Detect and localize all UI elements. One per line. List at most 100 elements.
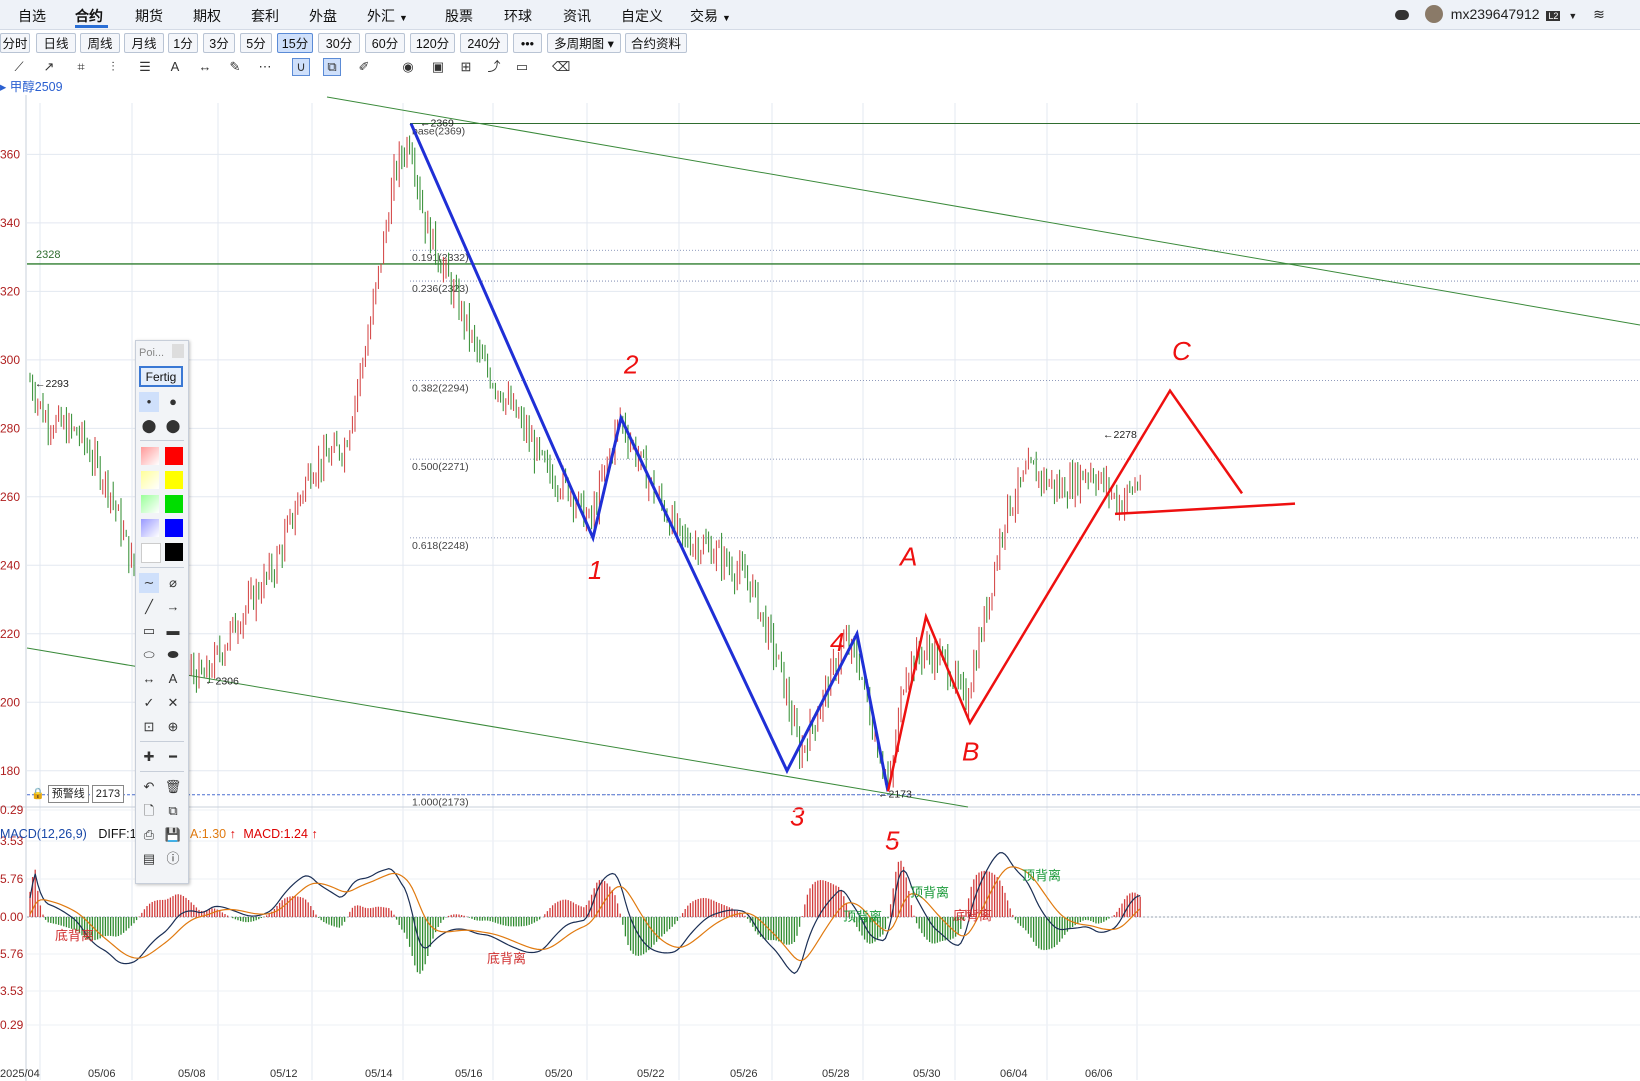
color-swatch-7[interactable] [165,519,183,537]
dot-size-small-icon[interactable]: • [139,392,159,412]
line-icon[interactable]: ╱ [139,597,159,617]
arrow-icon[interactable]: → [163,597,183,617]
date-label: 05/30 [913,1068,941,1080]
period-button-8[interactable]: 30分 [318,33,360,53]
dot-size-xlarge-icon[interactable]: ⬤ [163,416,183,436]
glasses-icon[interactable] [1395,10,1409,20]
ellipse-icon[interactable]: ⬭ [139,645,159,665]
menu-item-1[interactable]: 合约 [75,6,103,26]
period-button-5[interactable]: 3分 [203,33,235,53]
trash-icon[interactable]: 🗑 [163,777,183,797]
ellipse-filled-icon[interactable]: ⬬ [163,645,183,665]
menu-item-4[interactable]: 套利 [251,6,279,26]
dot-size-large-icon[interactable]: ⬤ [139,416,159,436]
alert-label[interactable]: 预警线 [47,785,89,803]
brush-icon[interactable]: ✎ [226,58,244,76]
color-swatch-9[interactable] [165,543,183,561]
period-button-11[interactable]: 240分 [460,33,508,53]
symbol-name[interactable]: 甲醇2509 [10,80,63,94]
period-button-6[interactable]: 5分 [240,33,272,53]
check-icon[interactable]: ✓ [139,693,159,713]
menu-item-6[interactable]: 外汇 ▼ [367,6,408,26]
print-icon[interactable]: ⎙ [139,825,159,845]
color-swatch-2[interactable] [141,471,159,489]
period-button-9[interactable]: 60分 [365,33,405,53]
avatar[interactable] [1424,5,1443,23]
username[interactable]: mx239647912 [1451,6,1540,22]
period-button-2[interactable]: 周线 [80,33,120,53]
palette-done-button[interactable]: Fertig [139,366,183,387]
info-icon[interactable]: ⓘ [163,849,183,869]
rect-filled-icon[interactable]: ▬ [163,621,183,641]
period-button-14[interactable]: 合约资料 [625,33,687,53]
collapse-icon[interactable]: ▸ [0,80,6,94]
color-swatch-0[interactable] [141,447,159,465]
copy-icon[interactable]: ⧉ [163,801,183,821]
save-icon[interactable]: 💾 [163,825,183,845]
text-icon[interactable]: A [163,669,183,689]
rect-icon[interactable]: ▭ [139,621,159,641]
lock-icon[interactable]: 🔒 [31,786,45,802]
eraser-icon[interactable]: ⌫ [552,58,570,76]
magnet-icon[interactable]: ∪ [292,58,310,76]
line-icon[interactable]: ⟋ [10,58,28,76]
copy-icon[interactable]: ⧉ [323,58,341,76]
menu-item-8[interactable]: 环球 [504,6,532,26]
fork-icon[interactable]: ⫶ [104,58,122,76]
crop-icon[interactable]: ⌗ [72,58,90,76]
ray-icon[interactable]: ↗ [40,58,58,76]
period-button-10[interactable]: 120分 [410,33,455,53]
menu-item-3[interactable]: 期权 [193,6,221,26]
menu-item-9[interactable]: 资讯 [563,6,591,26]
palette-close[interactable] [172,344,184,358]
new-doc-icon[interactable]: 🗋 [139,801,159,821]
price-chart[interactable]: 360340320300280260240220200180base(2369)… [0,95,1640,1081]
dot-size-medium-icon[interactable]: ● [163,392,183,412]
text-icon[interactable]: A [166,58,184,76]
period-button-1[interactable]: 日线 [36,33,76,53]
eye-icon[interactable]: ◉ [399,58,417,76]
more-icon[interactable]: ⋯ [256,58,274,76]
screen-icon[interactable]: ▤ [139,849,159,869]
trash-icon[interactable]: ▣ [429,58,447,76]
symbol-label[interactable]: ▸ 甲醇2509 [0,76,63,95]
menu-item-7[interactable]: 股票 [445,6,473,26]
minus-icon[interactable]: ━ [163,747,183,767]
menu-item-5[interactable]: 外盘 [309,6,337,26]
comment-icon[interactable]: ▭ [513,58,531,76]
menu-item-0[interactable]: 自选 [18,6,46,26]
period-button-7[interactable]: 15分 [277,33,313,53]
period-button-12[interactable]: ••• [513,33,542,53]
fib-icon[interactable]: ☰ [136,58,154,76]
color-swatch-3[interactable] [165,471,183,489]
color-swatch-6[interactable] [141,519,159,537]
menu-item-2[interactable]: 期货 [135,6,163,26]
menu-item-11[interactable]: 交易 ▼ [690,6,731,26]
crop-icon[interactable]: ⊡ [139,717,159,737]
layers-icon[interactable]: ≋ [1593,6,1605,22]
color-swatch-5[interactable] [165,495,183,513]
user-box[interactable]: mx239647912 L2 ▼ ≋ [1395,5,1605,23]
period-button-0[interactable]: 分时 [0,33,30,53]
export-icon[interactable]: ⤴ [485,58,503,76]
chevron-down-icon[interactable]: ▼ [1568,11,1577,21]
pen-icon[interactable]: ✐ [355,58,373,76]
plus-icon[interactable]: ✚ [139,747,159,767]
period-button-13[interactable]: 多周期图 ▾ [547,33,621,53]
color-swatch-1[interactable] [165,447,183,465]
measure-icon[interactable]: ↔ [139,669,159,689]
freehand-icon[interactable]: ∼ [139,573,159,593]
alert-value[interactable]: 2173 [91,785,125,803]
cross-icon[interactable]: ✕ [163,693,183,713]
zoom-icon[interactable]: ⊕ [163,717,183,737]
period-button-4[interactable]: 1分 [168,33,198,53]
color-swatch-4[interactable] [141,495,159,513]
color-swatch-8[interactable] [141,543,161,563]
period-button-3[interactable]: 月线 [124,33,164,53]
undo-icon[interactable]: ↶ [139,777,159,797]
grid-icon[interactable]: ⊞ [457,58,475,76]
measure-icon[interactable]: ↔ [196,58,214,76]
divergence-label: 底背离 [953,908,992,923]
eraser-icon[interactable]: ⌀ [163,573,183,593]
menu-item-10[interactable]: 自定义 [621,6,663,26]
